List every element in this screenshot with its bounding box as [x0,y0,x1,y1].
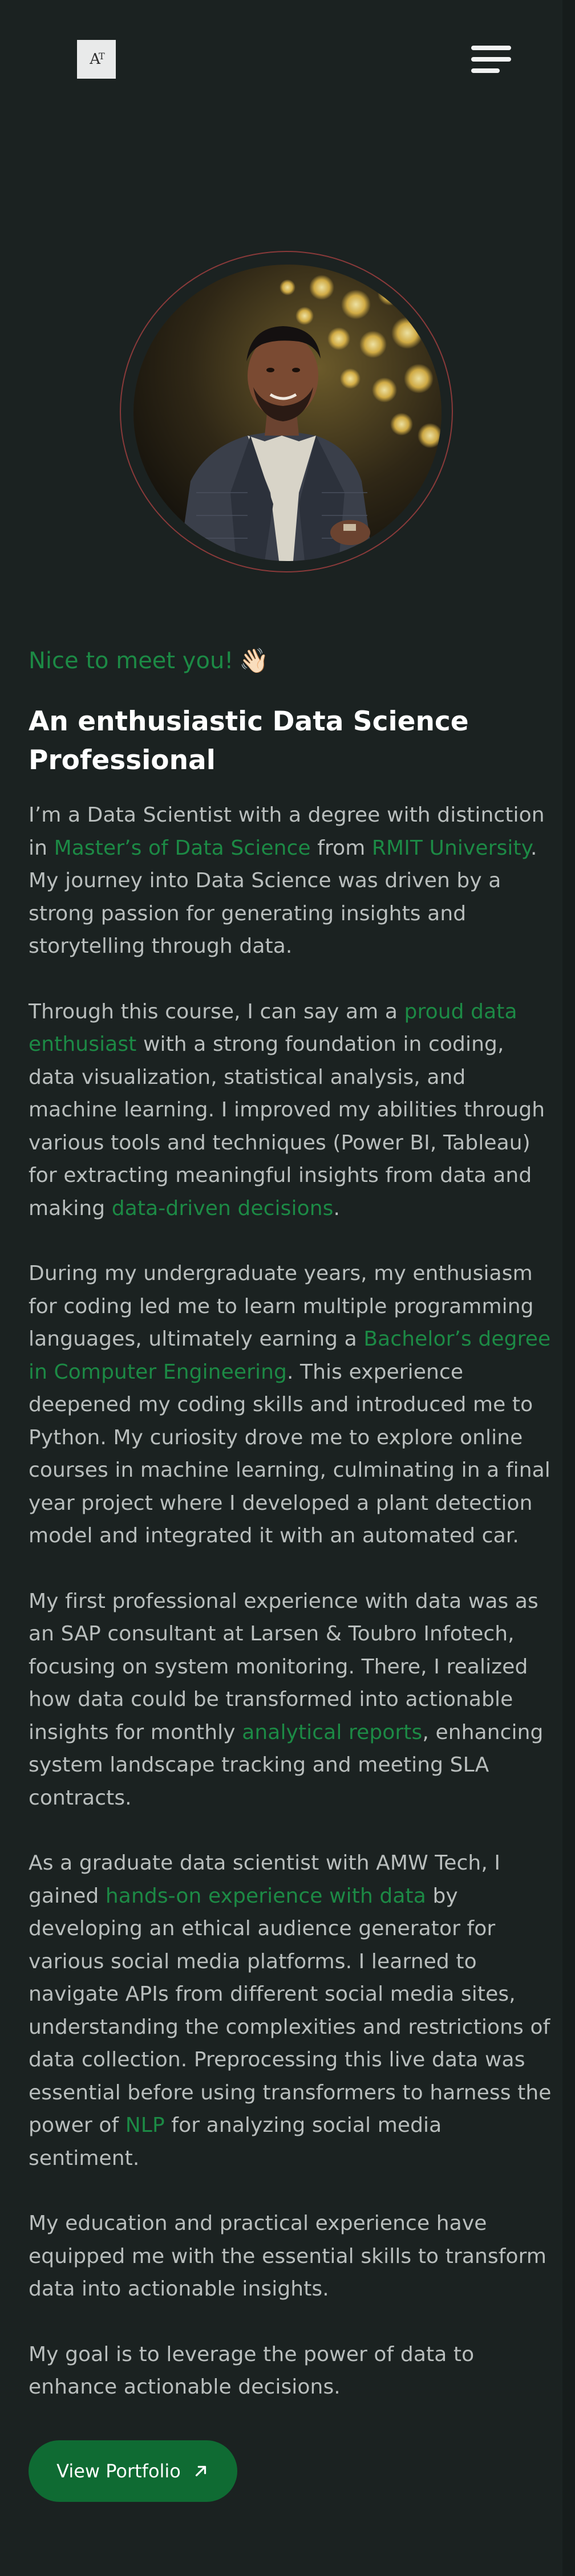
menu-line [471,46,511,50]
greeting: Nice to meet you! 👋🏻 [29,648,269,674]
greeting-text: Nice to meet you! [29,648,234,674]
hamburger-menu-icon[interactable] [471,46,511,74]
bio-paragraph: I’m a Data Scientist with a degree with … [29,799,553,963]
logo-superscript: T [99,50,105,62]
highlight-data-driven: data-driven decisions [111,1196,334,1220]
page-edge [562,0,575,2576]
view-portfolio-button[interactable]: View Portfolio [29,2440,237,2502]
highlight-analytical-reports: analytical reports [242,1720,423,1744]
bio-text: . This experience deepened my coding ski… [29,1360,550,1548]
profile-photo [133,265,442,561]
view-portfolio-label: View Portfolio [56,2460,181,2482]
bio-text: with a strong foundation in coding, data… [29,1033,545,1220]
bio-text: by developing an ethical audience genera… [29,1884,552,2138]
menu-line [471,68,500,73]
site-logo[interactable]: AT [77,40,116,79]
bio-text: from [310,836,372,860]
highlight-hands-on: hands-on experience with data [105,1884,426,1908]
bio-paragraph: My first professional experience with da… [29,1585,553,1815]
highlight-nlp: NLP [125,2114,165,2137]
profile-photo-illustration [133,265,442,561]
logo-letter: A [90,51,100,68]
waving-hand-icon: 👋🏻 [239,647,269,675]
bio-paragraph: My goal is to leverage the power of data… [29,2342,475,2399]
bio-paragraph: As a graduate data scientist with AMW Te… [29,1847,553,2175]
bio-text: Through this course, I can say am a [29,999,404,1023]
bio-paragraph: Through this course, I can say am a prou… [29,996,553,1225]
bio-paragraph: My education and practical experience ha… [29,2212,547,2301]
arrow-up-right-icon [195,2465,206,2477]
bio-text: . [333,1196,341,1220]
highlight-university: RMIT University [371,836,531,860]
headline: An enthusiastic Data Science Professiona… [29,706,469,776]
highlight-masters-degree: Master’s of Data Science [54,836,311,860]
bio-section: I’m a Data Scientist with a degree with … [29,799,553,2436]
bio-paragraph: During my undergraduate years, my enthus… [29,1257,553,1553]
menu-line [471,57,511,62]
